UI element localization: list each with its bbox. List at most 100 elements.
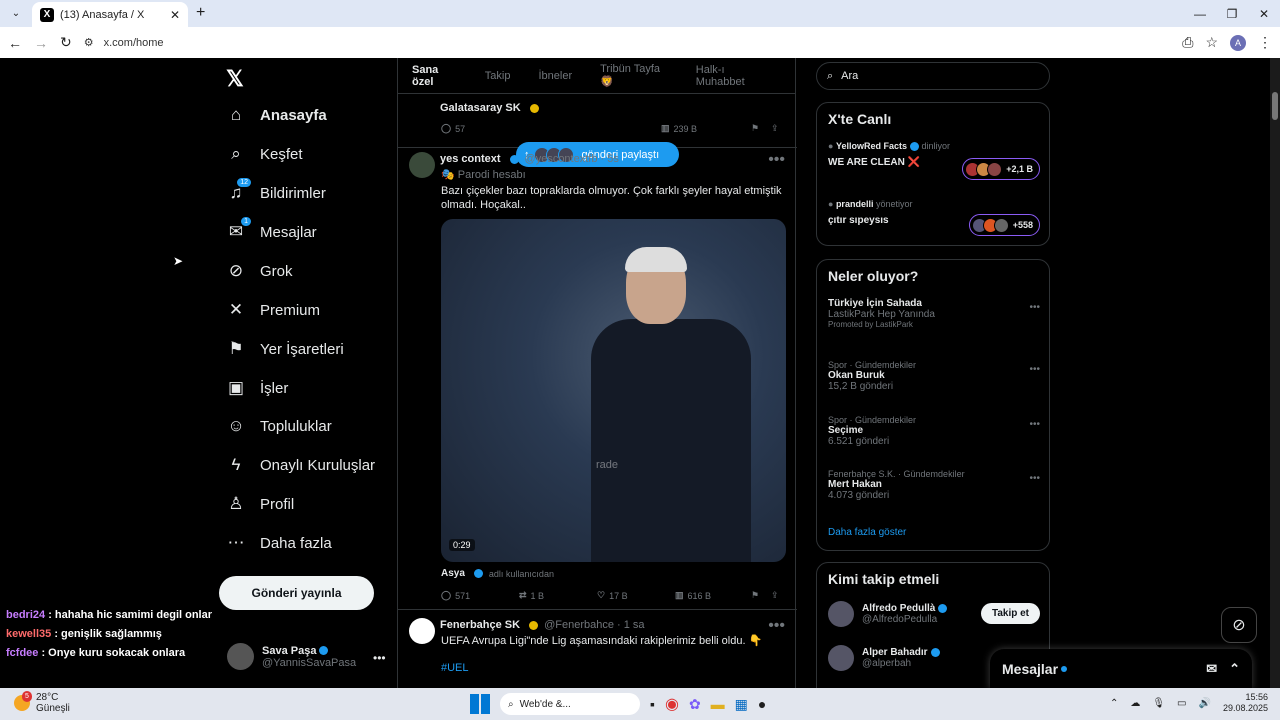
file-explorer-icon[interactable]: ▬ [711,696,725,712]
follow-item[interactable]: Alfredo Pedullà @AlfredoPedulla Takip et [828,601,1040,627]
nav-item-person[interactable]: ♙ Profil [226,494,294,514]
install-icon[interactable]: ⎙ [1182,34,1193,51]
share-icon[interactable]: ⇪ [771,123,779,134]
nav-item-mail[interactable]: ✉ 1 Mesajlar [226,216,317,242]
taskbar-search[interactable]: ⌕ Web'de &... [500,693,640,715]
forward-icon[interactable]: → [34,35,48,51]
tab-list-chevron-icon[interactable]: ⌄ [6,3,26,23]
copilot-icon[interactable]: ✿ [689,696,701,713]
browser-tab[interactable]: X (13) Anasayfa / X ✕ [32,2,188,27]
space-item[interactable]: ● prandelli yönetiyor çıtır sıpeysıs +55… [828,199,1040,236]
close-tab-icon[interactable]: ✕ [170,8,180,22]
scrollbar[interactable] [1270,58,1280,688]
bookmark-icon[interactable]: ⚑ [751,590,759,601]
nav-item-lightning[interactable]: ϟ Onaylı Kuruluşlar [226,455,376,475]
more-icon[interactable]: ••• [373,651,386,665]
profile-avatar[interactable]: A [1230,34,1246,51]
tweet-author[interactable]: Galatasaray SK [440,102,521,114]
space-listeners[interactable]: +558 [968,214,1040,236]
site-info-icon[interactable]: ⚙ [84,36,94,49]
tweet[interactable]: Galatasaray SK ◯ 57 ▥ 239 B ⚑ ⇪ ↑ gönderi … [398,95,797,167]
search-input[interactable]: ⌕ Ara [816,62,1050,90]
timeline-tab[interactable]: Halk-ı Muhabbet [696,64,767,88]
x-logo-icon[interactable]: 𝕏 [226,66,244,92]
timeline-tab[interactable]: Sana özel [412,64,457,88]
more-icon[interactable]: ••• [768,617,785,635]
restore-icon[interactable]: ❐ [1216,0,1248,27]
nav-item-bell[interactable]: ♫ 12 Bildirimler [226,177,326,203]
nav-item-home[interactable]: ⌂ Anasayfa [226,105,327,125]
trend-item[interactable]: Spor · Gündemdekiler Okan Buruk 15,2 B gön… [828,360,1040,392]
minimize-icon[interactable]: — [1184,0,1216,27]
timeline-tab[interactable]: Takip [485,70,511,82]
back-icon[interactable]: ← [8,35,22,51]
reply-button[interactable]: ◯ 57 [441,123,465,134]
volume-icon[interactable]: 🔊 [1199,698,1211,709]
grok-fab-icon[interactable]: ⊘ [1221,607,1257,643]
more-icon[interactable]: ••• [1029,364,1040,375]
bookmark-icon[interactable]: ⚑ [751,123,759,134]
nav-item-bookmark[interactable]: ⚑ Yer İşaretleri [226,339,343,359]
task-view-icon[interactable]: ▪ [650,696,655,712]
cloud-icon[interactable]: ☁ [1130,698,1140,709]
like-button[interactable]: ♡ 17 B [597,590,628,601]
more-icon[interactable]: ••• [1029,419,1040,430]
more-icon[interactable]: ••• [1029,302,1040,313]
expand-icon[interactable]: ⌃ [1229,661,1240,677]
space-item[interactable]: ● YellowRed Facts dinliyor WE ARE CLEAN … [828,141,1040,180]
windows-start-icon[interactable] [470,694,490,714]
post-button[interactable]: Gönderi yayınla [219,576,374,610]
store-icon[interactable]: ▦ [735,696,748,713]
new-tab-icon[interactable]: + [196,4,205,22]
tweet-author[interactable]: Fenerbahçe SK [440,619,520,631]
tweet-video[interactable]: rade 0:29 [441,219,786,562]
nav-item-grok[interactable]: ⊘ Grok [226,261,293,281]
timeline-tab[interactable]: Tribün Tayfa 🦁 [600,63,668,88]
clock[interactable]: 15:56 29.08.2025 [1223,692,1268,714]
more-icon[interactable]: ••• [768,151,785,169]
nav-item-people[interactable]: ☺ Topluluklar [226,416,331,436]
views-button[interactable]: ▥ 616 B [675,590,711,601]
trend-item[interactable]: Fenerbahçe S.K. · Gündemdekiler Mert Haka… [828,469,1040,501]
share-icon[interactable]: ⇪ [771,590,779,601]
network-icon[interactable]: ▭ [1177,698,1186,709]
bookmark-star-icon[interactable]: ☆ [1205,34,1218,51]
address-bar[interactable]: ⚙ x.com/home [84,36,1171,50]
follow-button[interactable]: Takip et [980,603,1040,624]
mic-icon[interactable]: 🎙 [1152,698,1165,709]
new-message-icon[interactable]: ✉ [1206,661,1217,677]
credit-name[interactable]: Asya [441,568,465,579]
tweet[interactable]: yes context @yescontextfb · 5s ••• 🎭 Par… [398,148,797,610]
tweet-author[interactable]: yes context [440,153,501,165]
messages-drawer[interactable]: Mesajlar ✉ ⌃ [990,649,1252,688]
space-listeners[interactable]: +2,1 B [962,158,1040,180]
show-more-link[interactable]: Daha fazla göster [828,527,906,538]
avatar[interactable] [409,152,435,178]
views-button[interactable]: ▥ 239 B [661,123,697,134]
chat-text: : genişlik sağlammış [51,628,162,640]
tweet[interactable]: Fenerbahçe SK @Fenerbahce · 1 sa ••• UEF… [398,610,797,688]
reply-button[interactable]: ◯ 571 [441,590,470,601]
more-icon[interactable]: ••• [1029,473,1040,484]
nav-item-search[interactable]: ⌕ Keşfet [226,144,302,164]
scrollbar-thumb[interactable] [1272,92,1278,120]
chrome-icon[interactable]: ◉ [665,694,679,714]
nav-item-briefcase[interactable]: ▣ İşler [226,378,288,398]
timeline-tab[interactable]: İbneler [538,70,572,82]
reload-icon[interactable]: ↻ [60,34,72,51]
fenerbahce-avatar[interactable] [409,618,435,644]
account-switcher[interactable]: Sava Paşa @YannisSavaPasa ••• [227,643,386,670]
weather-widget[interactable]: 5 28°C Güneşli [14,691,70,714]
verified-icon [319,646,329,656]
menu-kebab-icon[interactable]: ⋮ [1258,34,1272,51]
tray-chevron-icon[interactable]: ⌃ [1110,698,1118,709]
nav-item-x[interactable]: ✕ Premium [226,300,320,320]
app-icon[interactable]: ● [758,696,766,712]
nav-item-more-circle[interactable]: ⋯ Daha fazla [226,533,332,553]
repost-button[interactable]: ⇄ 1 B [519,590,544,601]
avatar [227,643,254,670]
hashtag-link[interactable]: #UEL [441,661,469,675]
trend-item[interactable]: Türkiye İçin Sahada LastikPark Hep Yanınd… [828,298,1040,329]
close-window-icon[interactable]: ✕ [1248,0,1280,27]
trend-item[interactable]: Spor · Gündemdekiler Seçime 6.521 gönderi •… [828,415,1040,447]
